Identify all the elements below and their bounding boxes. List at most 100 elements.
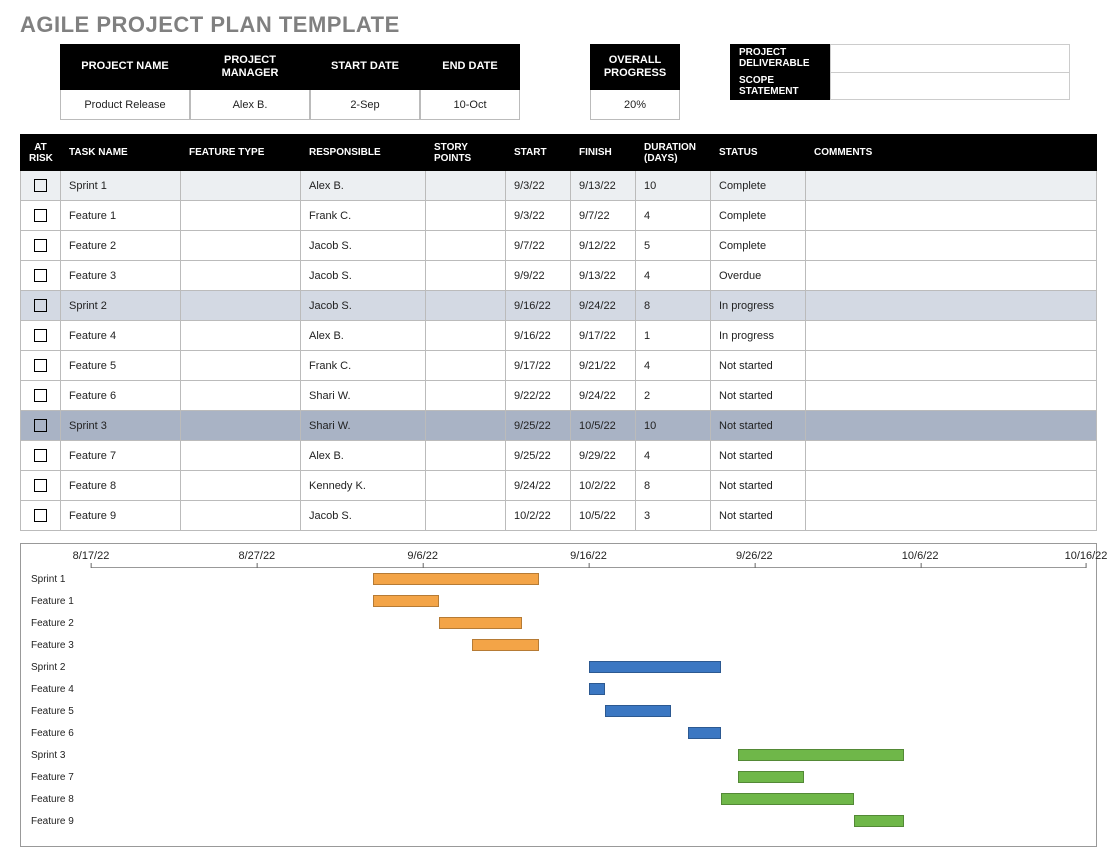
cell[interactable]: Complete — [711, 171, 806, 201]
val-scope-statement[interactable] — [830, 72, 1070, 100]
cell[interactable] — [181, 411, 301, 441]
cell[interactable] — [426, 411, 506, 441]
at-risk-checkbox[interactable] — [34, 479, 47, 492]
cell[interactable]: 9/22/22 — [506, 381, 571, 411]
val-start-date[interactable]: 2-Sep — [310, 90, 420, 120]
cell[interactable] — [181, 441, 301, 471]
cell[interactable]: Not started — [711, 471, 806, 501]
cell[interactable] — [181, 351, 301, 381]
cell[interactable]: Alex B. — [301, 441, 426, 471]
cell[interactable] — [181, 261, 301, 291]
cell[interactable] — [426, 501, 506, 531]
cell[interactable] — [426, 441, 506, 471]
cell[interactable]: 10 — [636, 411, 711, 441]
cell[interactable] — [181, 231, 301, 261]
cell[interactable]: Feature 1 — [61, 201, 181, 231]
at-risk-checkbox[interactable] — [34, 209, 47, 222]
cell[interactable]: Jacob S. — [301, 501, 426, 531]
cell[interactable] — [426, 351, 506, 381]
cell[interactable]: 9/17/22 — [506, 351, 571, 381]
cell[interactable] — [181, 171, 301, 201]
at-risk-checkbox[interactable] — [34, 299, 47, 312]
cell[interactable]: Feature 6 — [61, 381, 181, 411]
at-risk-checkbox[interactable] — [34, 389, 47, 402]
cell[interactable]: Not started — [711, 501, 806, 531]
at-risk-checkbox[interactable] — [34, 509, 47, 522]
cell[interactable]: 4 — [636, 201, 711, 231]
cell[interactable] — [426, 171, 506, 201]
cell[interactable]: 8 — [636, 291, 711, 321]
cell[interactable] — [806, 501, 1097, 531]
val-project-manager[interactable]: Alex B. — [190, 90, 310, 120]
cell[interactable]: 9/12/22 — [571, 231, 636, 261]
cell[interactable]: 9/16/22 — [506, 321, 571, 351]
at-risk-checkbox[interactable] — [34, 329, 47, 342]
cell[interactable]: Not started — [711, 381, 806, 411]
cell[interactable] — [806, 261, 1097, 291]
cell[interactable]: Overdue — [711, 261, 806, 291]
cell[interactable]: 9/21/22 — [571, 351, 636, 381]
cell[interactable]: Sprint 2 — [61, 291, 181, 321]
cell[interactable]: 5 — [636, 231, 711, 261]
cell[interactable]: 10/2/22 — [506, 501, 571, 531]
cell[interactable] — [426, 231, 506, 261]
cell[interactable]: Alex B. — [301, 321, 426, 351]
cell[interactable]: Feature 5 — [61, 351, 181, 381]
cell[interactable] — [181, 321, 301, 351]
at-risk-checkbox[interactable] — [34, 449, 47, 462]
cell[interactable]: Feature 7 — [61, 441, 181, 471]
cell[interactable]: Sprint 1 — [61, 171, 181, 201]
cell[interactable]: 9/24/22 — [571, 381, 636, 411]
cell[interactable]: 4 — [636, 261, 711, 291]
cell[interactable]: 8 — [636, 471, 711, 501]
cell[interactable]: 9/13/22 — [571, 261, 636, 291]
cell[interactable]: Sprint 3 — [61, 411, 181, 441]
cell[interactable] — [806, 291, 1097, 321]
cell[interactable]: Frank C. — [301, 201, 426, 231]
cell[interactable] — [426, 321, 506, 351]
cell[interactable]: Not started — [711, 441, 806, 471]
cell[interactable]: Shari W. — [301, 411, 426, 441]
cell[interactable]: Jacob S. — [301, 261, 426, 291]
cell[interactable]: 10 — [636, 171, 711, 201]
cell[interactable]: 10/5/22 — [571, 411, 636, 441]
cell[interactable]: Not started — [711, 411, 806, 441]
cell[interactable]: 9/24/22 — [571, 291, 636, 321]
cell[interactable]: 1 — [636, 321, 711, 351]
cell[interactable]: 9/3/22 — [506, 171, 571, 201]
cell[interactable]: 10/5/22 — [571, 501, 636, 531]
cell[interactable] — [806, 351, 1097, 381]
cell[interactable] — [426, 201, 506, 231]
cell[interactable]: Feature 3 — [61, 261, 181, 291]
cell[interactable] — [181, 201, 301, 231]
cell[interactable]: In progress — [711, 321, 806, 351]
cell[interactable]: 9/7/22 — [506, 231, 571, 261]
cell[interactable] — [181, 381, 301, 411]
cell[interactable] — [181, 471, 301, 501]
cell[interactable] — [806, 471, 1097, 501]
cell[interactable] — [806, 411, 1097, 441]
cell[interactable] — [806, 171, 1097, 201]
cell[interactable]: 9/7/22 — [571, 201, 636, 231]
cell[interactable]: Complete — [711, 201, 806, 231]
cell[interactable] — [426, 291, 506, 321]
cell[interactable]: Jacob S. — [301, 231, 426, 261]
at-risk-checkbox[interactable] — [34, 359, 47, 372]
cell[interactable]: Shari W. — [301, 381, 426, 411]
at-risk-checkbox[interactable] — [34, 239, 47, 252]
cell[interactable]: Feature 2 — [61, 231, 181, 261]
cell[interactable]: Jacob S. — [301, 291, 426, 321]
cell[interactable]: 9/24/22 — [506, 471, 571, 501]
cell[interactable] — [181, 501, 301, 531]
cell[interactable]: 9/29/22 — [571, 441, 636, 471]
cell[interactable]: Alex B. — [301, 171, 426, 201]
cell[interactable]: 4 — [636, 441, 711, 471]
cell[interactable]: 2 — [636, 381, 711, 411]
cell[interactable] — [806, 441, 1097, 471]
cell[interactable]: 9/13/22 — [571, 171, 636, 201]
cell[interactable]: 9/25/22 — [506, 411, 571, 441]
cell[interactable]: In progress — [711, 291, 806, 321]
at-risk-checkbox[interactable] — [34, 179, 47, 192]
cell[interactable] — [806, 381, 1097, 411]
cell[interactable]: Complete — [711, 231, 806, 261]
